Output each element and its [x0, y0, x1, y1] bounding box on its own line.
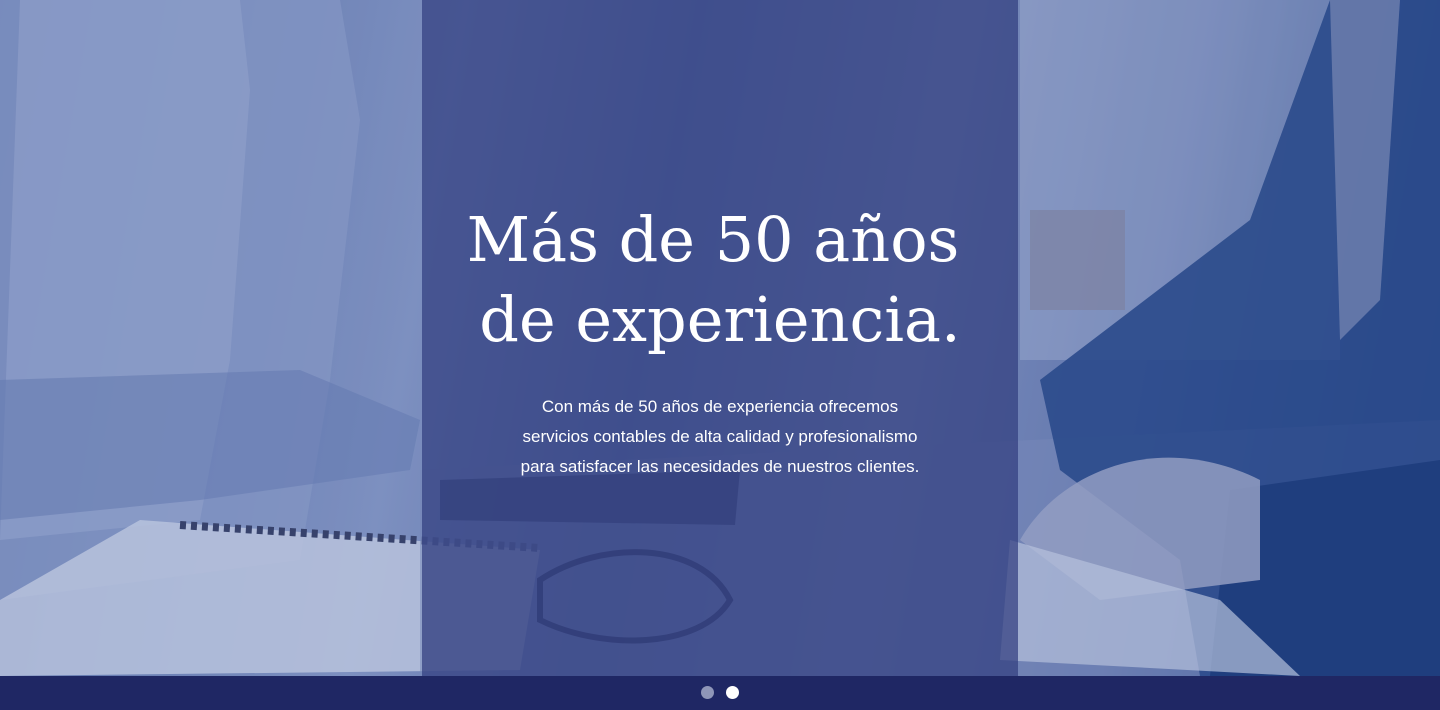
headline-line-2: de experiencia. — [479, 283, 961, 356]
description-line-1: Con más de 50 años de experiencia ofrece… — [541, 397, 899, 416]
headline-line-1: Más de 50 años — [466, 203, 960, 276]
hero-headline: Más de 50 años de experiencia. — [422, 200, 1018, 360]
carousel-pagination — [0, 676, 1440, 710]
carousel-dots — [701, 686, 739, 699]
description-line-2: servicios contables de alta calidad y pr… — [522, 427, 918, 446]
hero-description: Con más de 50 años de experiencia ofrece… — [470, 392, 970, 482]
hero-slider: Más de 50 años de experiencia. Con más d… — [0, 0, 1440, 676]
description-line-3: para satisfacer las necesidades de nuest… — [520, 457, 920, 476]
carousel-dot-2[interactable] — [726, 686, 739, 699]
carousel-dot-1[interactable] — [701, 686, 714, 699]
